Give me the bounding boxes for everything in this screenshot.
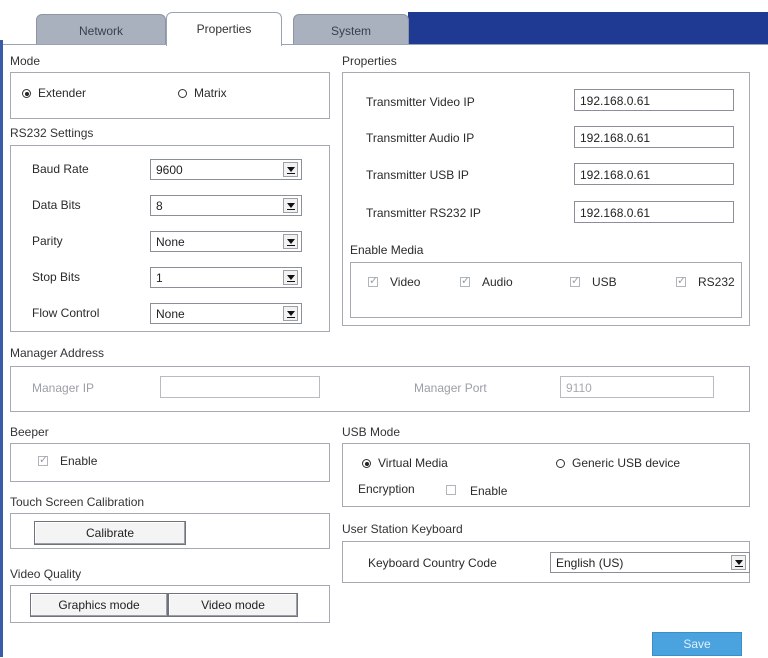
manager-port-field[interactable]: 9110 [560, 376, 714, 398]
manager-address-title: Manager Address [10, 346, 105, 360]
stop-bits-select[interactable]: 1 [150, 267, 302, 288]
usb-checkbox[interactable] [570, 274, 580, 287]
rs232-title: RS232 Settings [10, 126, 94, 140]
video-checkbox[interactable] [368, 274, 378, 287]
manager-ip-field[interactable] [160, 376, 320, 398]
data-bits-select[interactable]: 8 [150, 195, 302, 216]
tab-system[interactable]: System [293, 14, 409, 44]
usb-label[interactable]: USB [592, 275, 617, 289]
keyboard-title: User Station Keyboard [342, 522, 463, 536]
properties-title: Properties [342, 54, 397, 68]
video-mode-button[interactable]: Video mode [168, 593, 298, 617]
keyboard-country-select[interactable]: English (US) [550, 552, 750, 573]
flow-control-value: None [156, 307, 185, 321]
touch-calibration-title: Touch Screen Calibration [10, 495, 145, 509]
matrix-radio[interactable] [178, 89, 187, 98]
rs232-label[interactable]: RS232 [698, 275, 735, 289]
beeper-title: Beeper [10, 425, 49, 439]
tx-usb-ip-field[interactable]: 192.168.0.61 [574, 163, 734, 185]
tx-audio-ip-field[interactable]: 192.168.0.61 [574, 126, 734, 148]
video-label[interactable]: Video [390, 275, 420, 289]
chevron-down-icon[interactable] [283, 198, 298, 213]
save-button[interactable]: Save [652, 632, 742, 656]
parity-value: None [156, 235, 185, 249]
tx-rs232-ip-field[interactable]: 192.168.0.61 [574, 201, 734, 223]
generic-usb-radio[interactable] [556, 459, 565, 468]
chevron-down-icon[interactable] [283, 270, 298, 285]
tx-rs232-ip-value: 192.168.0.61 [580, 206, 651, 220]
audio-label[interactable]: Audio [482, 275, 513, 289]
usb-mode-box [342, 443, 750, 507]
enable-media-title: Enable Media [350, 243, 424, 257]
tx-audio-ip-value: 192.168.0.61 [580, 131, 651, 145]
generic-usb-label[interactable]: Generic USB device [572, 456, 680, 470]
encryption-label: Encryption [358, 482, 415, 496]
baud-rate-select[interactable]: 9600 [150, 159, 302, 180]
tx-video-ip-value: 192.168.0.61 [580, 94, 651, 108]
flow-control-label: Flow Control [32, 306, 100, 320]
window-left-edge [0, 40, 3, 657]
calibrate-button[interactable]: Calibrate [34, 521, 186, 545]
manager-ip-label: Manager IP [32, 381, 95, 395]
manager-port-label: Manager Port [414, 381, 487, 395]
tx-usb-ip-value: 192.168.0.61 [580, 168, 651, 182]
tx-video-ip-field[interactable]: 192.168.0.61 [574, 89, 734, 111]
extender-label[interactable]: Extender [38, 86, 86, 100]
manager-port-value: 9110 [566, 381, 592, 395]
matrix-label[interactable]: Matrix [194, 86, 227, 100]
parity-label: Parity [32, 234, 63, 248]
keyboard-country-label: Keyboard Country Code [368, 556, 497, 570]
tab-bar-background [408, 12, 768, 46]
beeper-enable-checkbox[interactable] [38, 453, 48, 466]
tx-video-ip-label: Transmitter Video IP [366, 95, 475, 109]
video-quality-title: Video Quality [10, 567, 82, 581]
enable-media-box [350, 262, 742, 318]
tx-audio-ip-label: Transmitter Audio IP [366, 131, 475, 145]
encryption-enable-checkbox[interactable] [446, 485, 456, 495]
rs232-checkbox[interactable] [676, 274, 686, 287]
chevron-down-icon[interactable] [283, 306, 298, 321]
mode-title: Mode [10, 54, 41, 68]
keyboard-country-value: English (US) [556, 556, 624, 570]
stop-bits-label: Stop Bits [32, 270, 81, 284]
tab-network[interactable]: Network [36, 14, 166, 44]
baud-rate-label: Baud Rate [32, 162, 89, 176]
encryption-enable-label[interactable]: Enable [470, 484, 507, 498]
data-bits-value: 8 [156, 199, 163, 213]
tab-properties[interactable]: Properties [166, 12, 282, 46]
beeper-box [10, 443, 330, 482]
flow-control-select[interactable]: None [150, 303, 302, 324]
chevron-down-icon[interactable] [283, 234, 298, 249]
tx-usb-ip-label: Transmitter USB IP [366, 168, 469, 182]
parity-select[interactable]: None [150, 231, 302, 252]
virtual-media-radio[interactable] [362, 459, 371, 468]
stop-bits-value: 1 [156, 271, 163, 285]
data-bits-label: Data Bits [32, 198, 81, 212]
usb-mode-title: USB Mode [342, 425, 401, 439]
chevron-down-icon[interactable] [731, 555, 746, 570]
audio-checkbox[interactable] [460, 274, 470, 287]
chevron-down-icon[interactable] [283, 162, 298, 177]
baud-rate-value: 9600 [156, 163, 183, 177]
extender-radio[interactable] [22, 89, 31, 98]
tx-rs232-ip-label: Transmitter RS232 IP [366, 206, 481, 220]
graphics-mode-button[interactable]: Graphics mode [30, 593, 168, 617]
beeper-enable-label[interactable]: Enable [60, 454, 97, 468]
virtual-media-label[interactable]: Virtual Media [378, 456, 448, 470]
